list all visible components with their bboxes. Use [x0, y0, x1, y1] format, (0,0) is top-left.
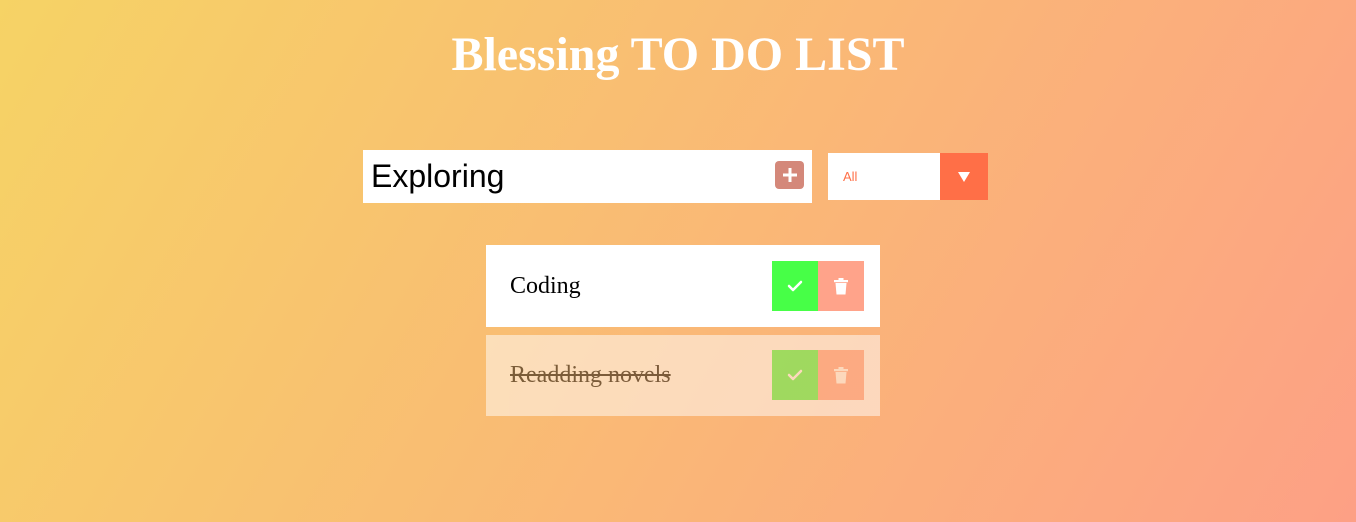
filter-dropdown-button[interactable]	[940, 153, 988, 200]
todo-item: Readding novels	[486, 335, 880, 416]
trash-button[interactable]	[818, 261, 864, 311]
trash-icon	[834, 277, 848, 294]
complete-button[interactable]	[772, 350, 818, 400]
complete-button[interactable]	[772, 261, 818, 311]
caret-down-icon	[958, 171, 970, 182]
check-icon	[787, 280, 803, 292]
todo-form	[363, 150, 812, 203]
trash-button[interactable]	[818, 350, 864, 400]
todo-input[interactable]	[363, 150, 763, 203]
todo-item: Coding	[486, 245, 880, 327]
filter-selected-value: All	[843, 169, 858, 184]
page-title: Blessing TO DO LIST	[451, 28, 905, 81]
trash-icon	[834, 366, 848, 383]
todo-list: Coding Readding novels	[486, 245, 880, 424]
plus-icon	[782, 168, 797, 182]
filter-select[interactable]: All	[828, 153, 988, 200]
check-icon	[787, 369, 803, 381]
add-todo-button[interactable]	[775, 161, 804, 189]
